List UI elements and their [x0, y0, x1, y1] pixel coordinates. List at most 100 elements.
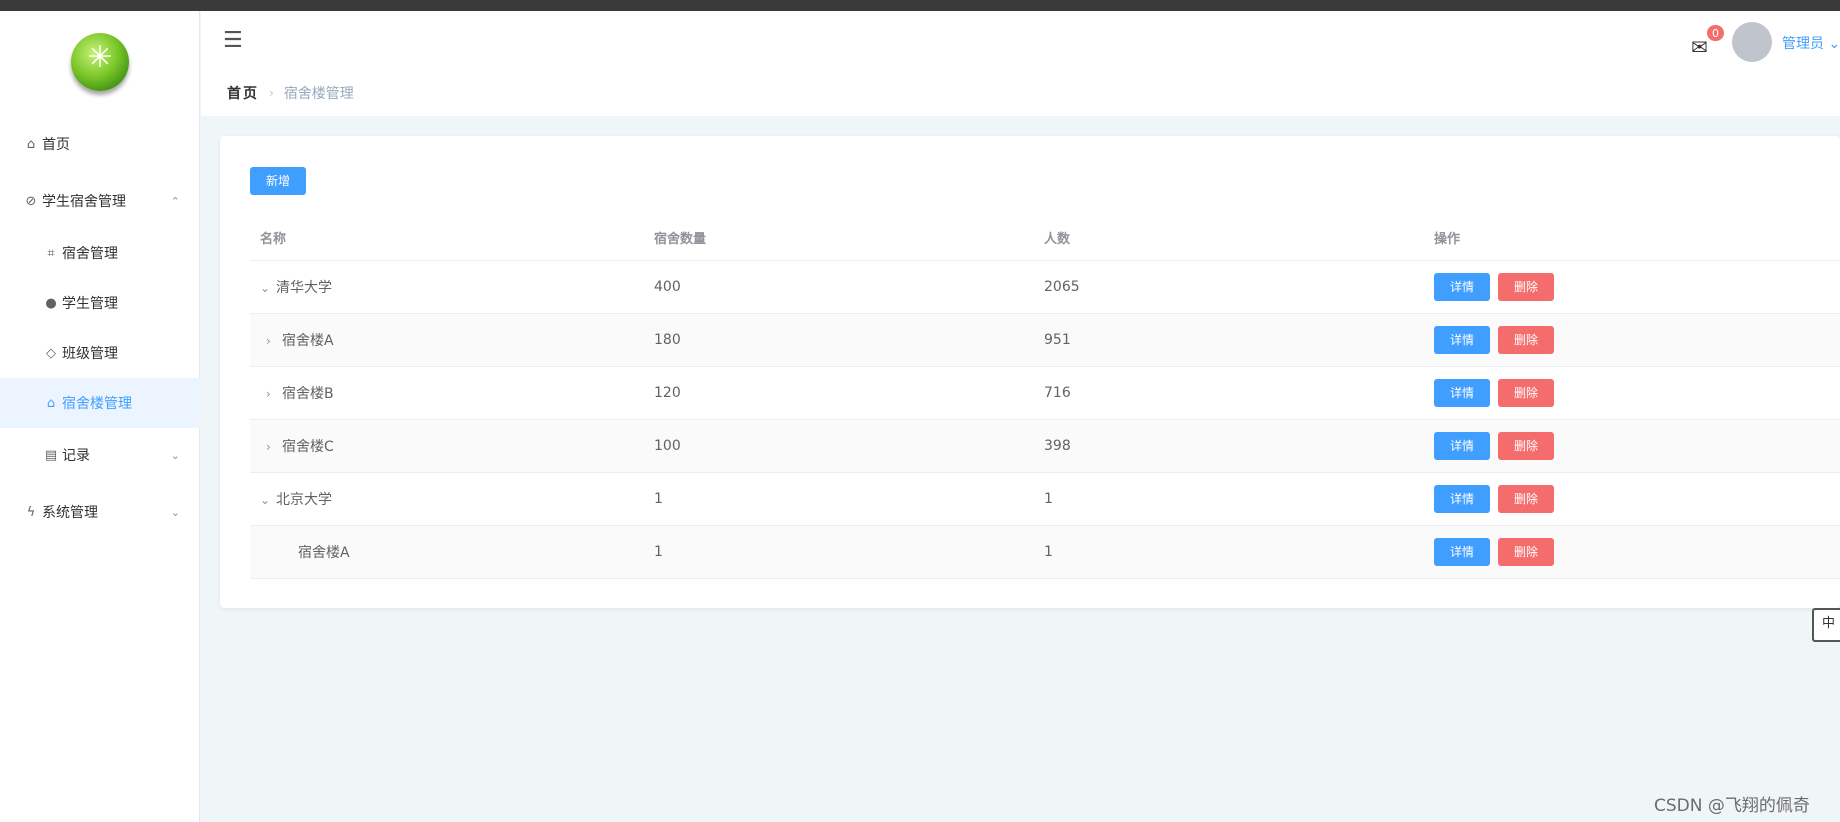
chevron-down-icon: ⌄ [170, 448, 180, 462]
column-header-name: 名称 [250, 215, 644, 261]
table-row: › 宿舍楼C 100 398 详情 删除 [250, 419, 1840, 473]
crop-icon: ⌗ [47, 245, 55, 261]
table-row: › 宿舍楼B 120 716 详情 删除 [250, 366, 1840, 420]
detail-button[interactable]: 详情 [1434, 272, 1490, 301]
sidebar-item-label: 首页 [42, 137, 70, 153]
document-icon: ▤ [44, 447, 58, 463]
people-cell: 951 [1034, 313, 1424, 367]
column-header-people: 人数 [1034, 215, 1424, 261]
username-label: 管理员 [1782, 36, 1824, 52]
chevron-down-icon: ⌄ [1828, 36, 1840, 52]
name-cell: › 宿舍楼B [250, 366, 644, 420]
room-count-cell: 400 [644, 260, 1034, 314]
column-header-room-count: 宿舍数量 [644, 215, 1034, 261]
user-dropdown[interactable]: 管理员 ⌄ [1782, 33, 1840, 53]
add-button[interactable]: 新增 [250, 167, 306, 195]
sidebar-item-building-management[interactable]: ⌂ 宿舍楼管理 [0, 378, 200, 428]
column-header-actions: 操作 [1424, 215, 1840, 261]
ime-widget[interactable]: 中 [1812, 608, 1840, 642]
detail-button[interactable]: 详情 [1434, 325, 1490, 354]
sidebar-item-home[interactable]: ⌂ 首页 [0, 120, 200, 168]
room-count-cell: 1 [644, 525, 1034, 579]
detail-button[interactable]: 详情 [1434, 431, 1490, 460]
expand-caret-icon[interactable]: › [266, 387, 282, 401]
actions-cell: 详情 删除 [1424, 260, 1840, 314]
home-icon: ⌂ [26, 136, 36, 152]
delete-button[interactable]: 删除 [1498, 484, 1554, 513]
sidebar-item-label: 宿舍管理 [62, 246, 118, 262]
app-logo [71, 33, 129, 91]
people-cell: 398 [1034, 419, 1424, 473]
sidebar-item-records[interactable]: ▤ 记录 ⌄ [0, 431, 200, 479]
table-row: › 宿舍楼A 180 951 详情 删除 [250, 313, 1840, 367]
name-cell: ⌄ 清华大学 [250, 260, 644, 314]
expand-caret-icon[interactable]: › [266, 334, 282, 348]
detail-button[interactable]: 详情 [1434, 537, 1490, 566]
sidebar-item-dorm-management[interactable]: ⌗ 宿舍管理 [0, 229, 200, 277]
expand-caret-icon[interactable]: › [266, 440, 282, 454]
delete-button[interactable]: 删除 [1498, 537, 1554, 566]
room-count-cell: 100 [644, 419, 1034, 473]
actions-cell: 详情 删除 [1424, 525, 1840, 579]
menu-toggle-icon[interactable]: ☰ [223, 28, 243, 53]
actions-cell: 详情 删除 [1424, 419, 1840, 473]
chevron-up-icon: ⌃ [170, 194, 180, 208]
watermark: CSDN @飞翔的佩奇 [1654, 796, 1810, 816]
breadcrumb-current: 宿舍楼管理 [283, 86, 354, 102]
sidebar-item-label: 宿舍楼管理 [62, 396, 132, 412]
sidebar-item-student-management[interactable]: ● 学生管理 [0, 279, 200, 327]
table-row: 宿舍楼A 1 1 详情 删除 [250, 525, 1840, 579]
expand-caret-icon[interactable]: ⌄ [260, 493, 276, 507]
sidebar-item-label: 班级管理 [62, 346, 118, 362]
top-header: ☰ 首页 › 宿舍楼管理 ✉ 0 管理员 ⌄ [201, 11, 1840, 116]
row-name: 宿舍楼A [282, 332, 334, 349]
delete-button[interactable]: 删除 [1498, 325, 1554, 354]
sidebar-item-label: 系统管理 [42, 505, 98, 521]
breadcrumb-separator-icon: › [269, 86, 274, 100]
sidebar-item-label: 学生管理 [62, 296, 118, 312]
top-window-strip [0, 0, 1840, 11]
sidebar-item-class-management[interactable]: ◇ 班级管理 [0, 329, 200, 377]
graduation-icon: ◇ [46, 345, 56, 361]
lightning-icon: ϟ [26, 504, 36, 520]
table-row: ⌄ 北京大学 1 1 详情 删除 [250, 472, 1840, 526]
mail-count-badge: 0 [1706, 24, 1725, 42]
house-icon: ⌂ [46, 395, 56, 411]
avatar[interactable] [1732, 22, 1772, 62]
delete-button[interactable]: 删除 [1498, 378, 1554, 407]
name-cell: › 宿舍楼A [250, 313, 644, 367]
detail-button[interactable]: 详情 [1434, 378, 1490, 407]
sidebar-item-system-management[interactable]: ϟ 系统管理 ⌄ [0, 488, 200, 536]
actions-cell: 详情 删除 [1424, 366, 1840, 420]
row-name: 宿舍楼B [282, 385, 334, 402]
detail-button[interactable]: 详情 [1434, 484, 1490, 513]
delete-button[interactable]: 删除 [1498, 272, 1554, 301]
chevron-down-icon: ⌄ [170, 505, 180, 519]
people-cell: 1 [1034, 525, 1424, 579]
content-card: 新增 名称 宿舍数量 人数 操作 ⌄ 清华大学 400 2065 详情 删除 ›… [220, 136, 1840, 608]
actions-cell: 详情 删除 [1424, 313, 1840, 367]
sidebar-item-label: 记录 [62, 448, 90, 464]
room-count-cell: 180 [644, 313, 1034, 367]
people-cell: 1 [1034, 472, 1424, 526]
delete-button[interactable]: 删除 [1498, 431, 1554, 460]
room-count-cell: 120 [644, 366, 1034, 420]
expand-caret-icon[interactable]: ⌄ [260, 281, 276, 295]
row-name: 北京大学 [276, 491, 332, 508]
sidebar-item-label: 学生宿舍管理 [42, 194, 126, 210]
row-name: 宿舍楼A [298, 544, 350, 561]
user-icon: ● [45, 295, 57, 311]
breadcrumb: 首页 › 宿舍楼管理 [227, 83, 354, 103]
name-cell: 宿舍楼A [250, 525, 644, 579]
mail-icon[interactable]: ✉ [1691, 35, 1708, 59]
name-cell: ⌄ 北京大学 [250, 472, 644, 526]
people-cell: 2065 [1034, 260, 1424, 314]
row-name: 清华大学 [276, 279, 332, 296]
actions-cell: 详情 删除 [1424, 472, 1840, 526]
breadcrumb-home[interactable]: 首页 [227, 83, 259, 103]
name-cell: › 宿舍楼C [250, 419, 644, 473]
sidebar: ⌂ 首页 ⊘ 学生宿舍管理 ⌃ ⌗ 宿舍管理 ● 学生管理 ◇ 班级管理 ⌂ 宿… [0, 11, 200, 822]
people-cell: 716 [1034, 366, 1424, 420]
sidebar-item-student-dorm-management[interactable]: ⊘ 学生宿舍管理 ⌃ [0, 177, 200, 225]
building-table: 名称 宿舍数量 人数 操作 ⌄ 清华大学 400 2065 详情 删除 › 宿舍楼A [250, 215, 1840, 579]
